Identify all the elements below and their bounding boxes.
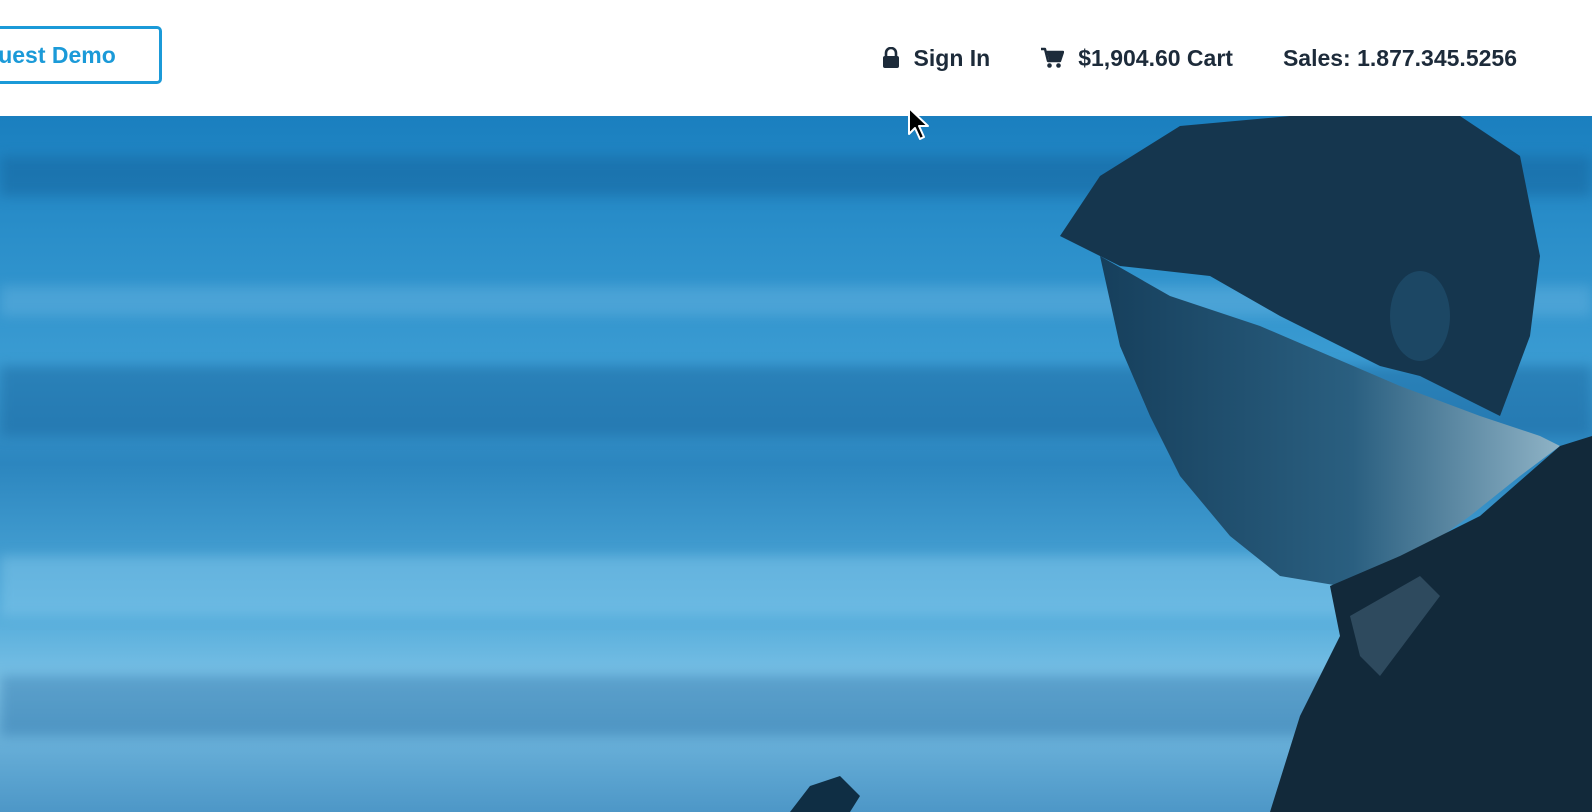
cart-link[interactable]: $1,904.60 Cart [1040,45,1233,72]
hero-banner [0,116,1592,812]
sign-in-link[interactable]: Sign In [882,44,991,72]
request-demo-button[interactable]: quest Demo [0,26,162,84]
sales-phone-link[interactable]: Sales: 1.877.345.5256 [1283,45,1517,72]
request-demo-label: quest Demo [0,41,116,68]
cart-icon [1040,47,1065,69]
header-nav: Sign In $1,904.60 Cart Sales: 1.877.345.… [882,40,1517,76]
sales-phone-label: Sales: 1.877.345.5256 [1282,44,1517,71]
cart-label: $1,904.60 Cart [1078,44,1233,71]
mouse-cursor-icon [908,107,929,140]
sign-in-label: Sign In [913,44,991,71]
lock-icon [882,47,900,69]
man-looking-at-phone-photo [790,116,1592,812]
site-header: quest Demo Sign In $1,904.60 Cart [0,0,1592,116]
